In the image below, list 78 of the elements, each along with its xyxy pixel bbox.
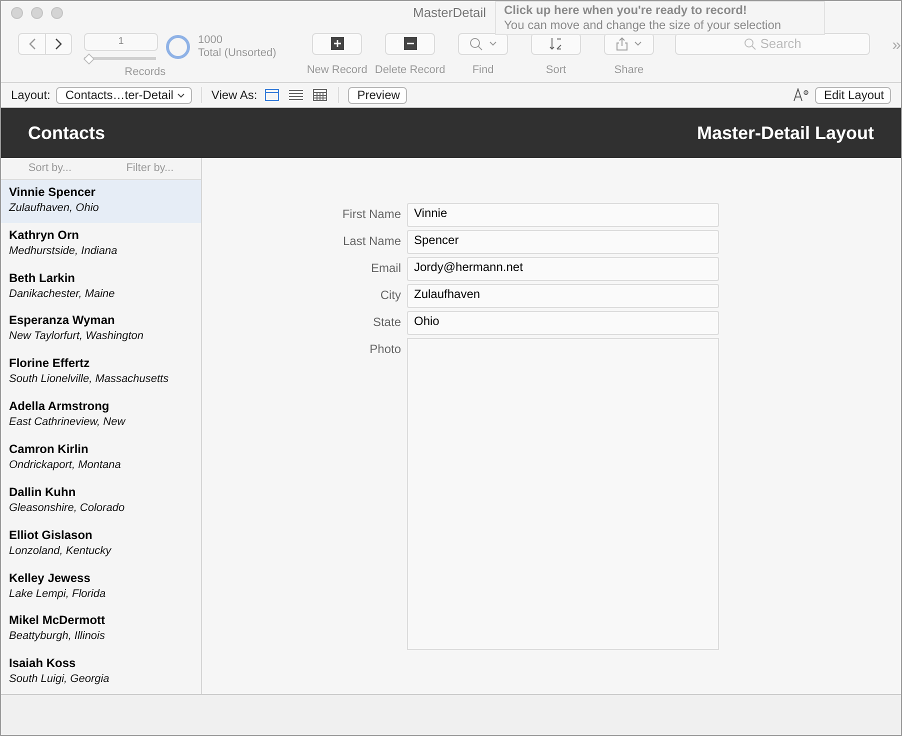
caret-icon [489,41,498,46]
contact-name: Beth Larkin [9,270,76,285]
contact-location: Ondrickaport, Montana [9,458,122,471]
header-title: Contacts [28,122,106,144]
chevron-right-icon [55,38,62,50]
contact-name: Kathryn Orn [9,228,80,242]
field-label: Last Name [342,233,401,248]
text-field[interactable]: Spencer [407,230,719,254]
toolbar-label: Share [614,64,644,76]
contact-name: Kelley Jewess [9,570,92,584]
contact-list-item[interactable]: Vinnie Spencer Zulaufhaven, Ohio [1,180,201,223]
found-count: 1000 [198,34,224,47]
contact-name: Camron Kirlin [9,442,90,456]
font-size-icon[interactable] [792,88,809,102]
sort-status: Total (Unsorted) [198,46,276,60]
text-field[interactable]: Zulaufhaven [407,284,719,308]
table-view-button[interactable] [311,87,330,103]
plus-icon [330,37,344,50]
form-view-button[interactable] [263,87,282,103]
contact-location: Danikachester, Maine [9,288,116,300]
contact-location: Medhurstside, Indiana [9,244,118,257]
contact-location: Zulaufhaven, Ohio [9,202,100,214]
contact-location: South Lionelville, Massachusetts [9,373,170,386]
toolbar-label: Find [472,64,494,76]
contact-name: Isaiah Koss [9,656,77,670]
toolbar-label: Sort [546,64,566,76]
edit-layout-button[interactable]: Edit Layout [814,86,891,104]
layout-dropdown[interactable]: Contacts…ter-Detail [56,86,192,104]
contact-location: East Cathrineview, New [9,416,127,428]
minus-icon [404,37,417,50]
contact-location: South Luigi, Georgia [9,673,110,686]
contact-location: Lonzoland, Kentucky [9,544,112,557]
toolbar-label: New Record [306,64,368,76]
contact-name: Mikel McDermott [9,613,106,628]
contact-location: Lake Lempi, Florida [9,588,107,600]
tooltip-title: Click up here when you're ready to record! [504,3,748,18]
contact-name: Vinnie Spencer [9,184,96,199]
close-window-button[interactable] [11,6,23,19]
minimize-window-button[interactable] [31,6,43,19]
list-view-button[interactable] [287,87,306,103]
contact-name: Esperanza Wyman [9,313,116,328]
contact-name: Adella Armstrong [9,399,110,414]
contact-location: New Taylorfurt, Washington [9,330,145,342]
slider-thumb[interactable] [83,53,95,64]
field-label: State [372,314,401,329]
caret-icon [634,41,642,46]
sort-icon [548,36,563,51]
search-icon [744,38,756,50]
contact-name: Dallin Kuhn [9,484,77,499]
caret-icon [177,92,186,98]
toolbar-label: Delete Record [374,64,446,76]
field-label: First Name [341,206,401,221]
contact-name: Elliot Gislason [9,528,94,542]
preview-button[interactable]: Preview [348,86,407,104]
text-field[interactable]: Jordy@hermann.net [407,257,719,281]
layout-title: Master-Detail Layout [696,122,874,144]
contact-location: Gleasonshire, Colorado [9,502,126,514]
window-title: MasterDetail [413,5,486,20]
photo-field[interactable] [407,338,719,650]
new-record-button[interactable] [312,32,362,55]
records-label: Records [124,66,166,78]
view-as-label: View As: [211,88,258,102]
search-icon [469,36,484,51]
field-label: Photo [368,341,401,356]
field-label: City [379,287,401,302]
find-button[interactable] [458,32,508,55]
layout-label: Layout: [11,88,50,102]
record-slider[interactable] [84,54,156,64]
tooltip-text: You can move and change the size of your selection [504,18,782,33]
field-label: Email [370,260,401,275]
text-field[interactable]: Vinnie [407,203,719,227]
contact-location: Beattyburgh, Illinois [9,630,106,642]
share-icon [616,36,628,51]
chevron-left-icon [28,38,36,50]
contact-name: Florine Effertz [9,356,91,370]
delete-record-button[interactable] [385,32,436,55]
zoom-window-button[interactable] [51,6,63,19]
text-field[interactable]: Ohio [407,311,719,335]
